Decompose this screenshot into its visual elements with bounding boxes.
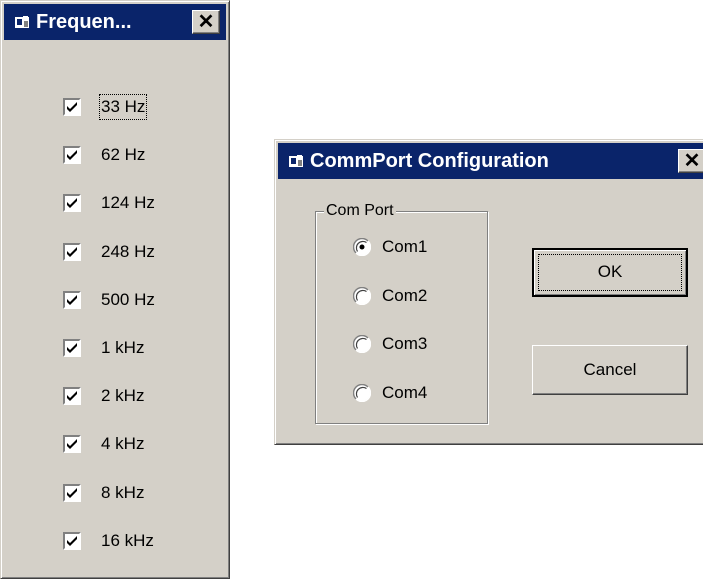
frequency-checkbox-label: 62 Hz <box>101 145 146 165</box>
checkbox[interactable] <box>62 482 82 503</box>
checkbox[interactable] <box>62 338 82 358</box>
checkbox[interactable] <box>62 145 82 166</box>
frequency-titlebar[interactable]: Frequen... ✕ <box>4 4 226 40</box>
checkmark-icon <box>67 487 77 498</box>
cancel-button-label: Cancel <box>583 360 637 379</box>
checkbox[interactable] <box>62 530 82 551</box>
frequency-checkbox-label: 124 Hz <box>101 193 155 213</box>
checkbox[interactable] <box>62 386 82 407</box>
frequency-checkbox-label: 2 kHz <box>101 386 145 406</box>
com-port-group-label: Com Port <box>324 201 396 221</box>
checkmark-icon <box>67 198 77 209</box>
com-port-group: Com Port Com1 Com2 Com3 Com4 <box>315 201 488 424</box>
com-port-radio-label: Com4 <box>382 382 428 402</box>
com-port-radio-label: Com3 <box>382 334 428 353</box>
radio-button[interactable] <box>353 383 371 402</box>
checkmark-icon <box>67 535 77 546</box>
checkbox[interactable] <box>62 193 82 214</box>
close-icon: ✕ <box>683 150 701 172</box>
radio-button[interactable] <box>353 286 371 305</box>
checkbox[interactable] <box>62 434 82 455</box>
checkmark-icon <box>67 439 77 450</box>
checkmark-icon <box>67 343 77 353</box>
close-button[interactable]: ✕ <box>192 10 220 34</box>
checkmark-icon <box>67 102 77 112</box>
frequency-checkbox-label: 1 kHz <box>101 338 145 357</box>
commport-window: CommPort Configuration ✕ Com Port Com1 Co… <box>274 139 703 445</box>
window-title: CommPort Configuration <box>310 150 549 172</box>
close-icon: ✕ <box>197 11 215 33</box>
frequency-checkbox-label: 4 kHz <box>101 434 145 454</box>
frequency-checkbox-label: 33 Hz <box>98 94 148 120</box>
frequency-checkbox-label: 500 Hz <box>101 289 155 309</box>
radio-button[interactable] <box>353 335 371 353</box>
close-button[interactable]: ✕ <box>678 149 703 173</box>
com-port-radio-label: Com2 <box>382 285 428 305</box>
ok-button-label: OK <box>597 262 623 281</box>
checkbox[interactable] <box>62 97 82 117</box>
app-icon <box>289 155 303 167</box>
frequency-window: Frequen... ✕ 33 Hz 62 Hz 124 Hz 248 Hz 500 H… <box>0 0 230 579</box>
window-title: Frequen... <box>36 11 132 33</box>
app-icon <box>15 16 29 28</box>
checkmark-icon <box>67 150 77 161</box>
checkmark-icon <box>67 391 77 402</box>
frequency-checkbox-label: 16 kHz <box>101 530 154 550</box>
frequency-checkbox-label: 8 kHz <box>101 482 145 502</box>
radio-button[interactable] <box>353 238 371 256</box>
commport-titlebar[interactable]: CommPort Configuration ✕ <box>278 143 703 179</box>
checkbox[interactable] <box>62 241 82 262</box>
cancel-button[interactable]: Cancel <box>532 345 688 395</box>
frequency-checkbox-label: 248 Hz <box>101 241 155 261</box>
com-port-radio-label: Com1 <box>382 237 428 256</box>
checkmark-icon <box>67 246 77 257</box>
ok-button[interactable]: OK <box>532 248 688 297</box>
checkbox[interactable] <box>62 289 82 310</box>
checkmark-icon <box>67 294 77 305</box>
